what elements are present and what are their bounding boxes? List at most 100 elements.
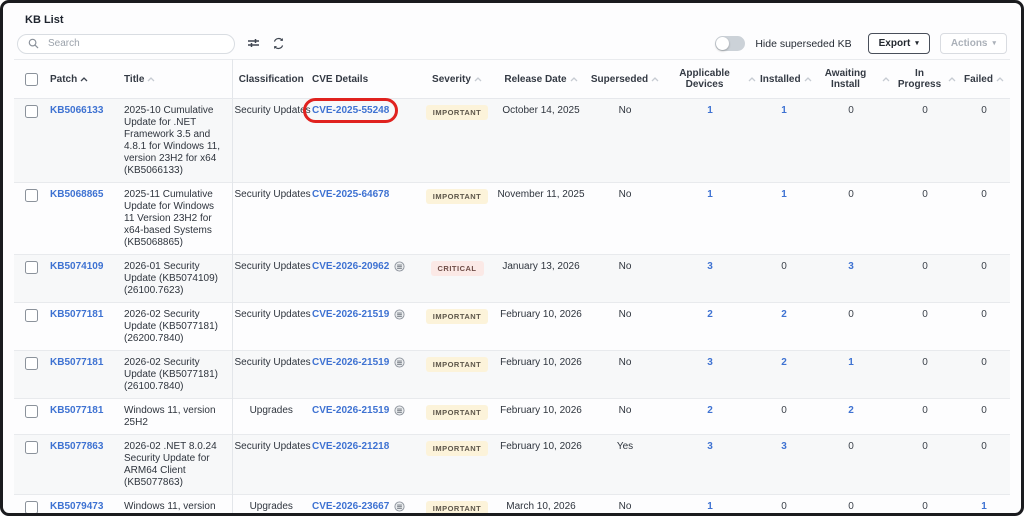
awaiting-install-count[interactable]: 2: [848, 405, 854, 416]
applicable-devices-count[interactable]: 3: [707, 357, 713, 368]
classification-text: Security Updates: [235, 105, 311, 116]
in-progress-count: 0: [922, 105, 928, 116]
more-cves-icon[interactable]: [394, 405, 405, 416]
row-checkbox[interactable]: [25, 357, 38, 370]
patch-link[interactable]: KB5074109: [50, 261, 103, 272]
classification-text: Security Updates: [235, 309, 311, 320]
patch-link[interactable]: KB5079473: [50, 501, 103, 512]
refresh-icon[interactable]: [272, 37, 285, 50]
column-header-title[interactable]: Title: [122, 60, 232, 99]
applicable-devices-count[interactable]: 1: [707, 189, 713, 200]
table-row: KB50771812026-02 Security Update (KB5077…: [14, 351, 1010, 399]
table-row: KB50778632026-02 .NET 8.0.24 Security Up…: [14, 435, 1010, 495]
cve-link[interactable]: CVE-2026-21218: [312, 441, 389, 452]
search-box[interactable]: [17, 34, 235, 54]
table-row: KB5079473Windows 11, version 25H2Upgrade…: [14, 495, 1010, 516]
column-header-installed[interactable]: Installed: [758, 60, 810, 99]
export-button[interactable]: Export▾: [868, 33, 930, 54]
sort-caret-icon: [651, 77, 659, 82]
table-row: KB50741092026-01 Security Update (KB5074…: [14, 255, 1010, 303]
failed-count: 0: [981, 441, 987, 452]
superseded-text: No: [619, 189, 632, 200]
cve-link[interactable]: CVE-2026-20962: [312, 261, 389, 272]
patch-link[interactable]: KB5068865: [50, 189, 103, 200]
row-checkbox[interactable]: [25, 309, 38, 322]
installed-count: 0: [781, 405, 787, 416]
cve-link[interactable]: CVE-2026-23667: [312, 501, 389, 512]
chevron-down-icon: ▾: [992, 40, 996, 47]
sort-caret-icon: [474, 77, 482, 82]
release-date-text: February 10, 2026: [500, 357, 582, 368]
actions-button[interactable]: Actions▾: [940, 33, 1007, 54]
cve-link[interactable]: CVE-2026-21519: [312, 357, 389, 368]
sort-caret-icon: [748, 77, 756, 82]
applicable-devices-count[interactable]: 3: [707, 261, 713, 272]
column-header-awaiting-install[interactable]: Awaiting Install: [810, 60, 892, 99]
select-all-checkbox[interactable]: [25, 73, 38, 86]
severity-badge: IMPORTANT: [426, 357, 489, 372]
patch-title: Windows 11, version 25H2: [124, 501, 230, 516]
applicable-devices-count[interactable]: 1: [707, 501, 713, 512]
more-cves-icon[interactable]: [394, 309, 405, 320]
sort-caret-icon: [882, 77, 890, 82]
failed-count[interactable]: 1: [981, 501, 987, 512]
hide-superseded-toggle[interactable]: [715, 36, 745, 51]
applicable-devices-count[interactable]: 2: [707, 405, 713, 416]
in-progress-count: 0: [922, 441, 928, 452]
severity-badge: IMPORTANT: [426, 441, 489, 456]
applicable-devices-count[interactable]: 2: [707, 309, 713, 320]
patch-link[interactable]: KB5077181: [50, 309, 103, 320]
installed-count[interactable]: 1: [781, 189, 787, 200]
installed-count[interactable]: 1: [781, 105, 787, 116]
patch-link[interactable]: KB5077181: [50, 357, 103, 368]
superseded-text: No: [619, 309, 632, 320]
patch-link[interactable]: KB5066133: [50, 105, 103, 116]
column-header-release-date[interactable]: Release Date: [494, 60, 588, 99]
awaiting-install-count[interactable]: 1: [848, 357, 854, 368]
patch-link[interactable]: KB5077863: [50, 441, 103, 452]
column-header-applicable-devices[interactable]: Applicable Devices: [662, 60, 758, 99]
cve-link[interactable]: CVE-2025-64678: [312, 189, 389, 200]
row-checkbox[interactable]: [25, 405, 38, 418]
applicable-devices-count[interactable]: 3: [707, 441, 713, 452]
row-checkbox[interactable]: [25, 501, 38, 514]
patch-link[interactable]: KB5077181: [50, 405, 103, 416]
release-date-text: February 10, 2026: [500, 405, 582, 416]
more-cves-icon[interactable]: [394, 357, 405, 368]
sort-caret-icon: [147, 77, 155, 82]
row-checkbox[interactable]: [25, 105, 38, 118]
patch-title: Windows 11, version 25H2: [124, 405, 230, 429]
column-header-in-progress[interactable]: In Progress: [892, 60, 958, 99]
release-date-text: February 10, 2026: [500, 441, 582, 452]
row-checkbox[interactable]: [25, 261, 38, 274]
cve-link[interactable]: CVE-2026-21519: [312, 309, 389, 320]
awaiting-install-count[interactable]: 3: [848, 261, 854, 272]
column-header-severity[interactable]: Severity: [420, 60, 494, 99]
column-header-patch[interactable]: Patch: [48, 60, 122, 99]
table-row: KB50688652025-11 Cumulative Update for W…: [14, 183, 1010, 255]
in-progress-count: 0: [922, 189, 928, 200]
column-header-failed[interactable]: Failed: [958, 60, 1010, 99]
search-input[interactable]: [46, 37, 224, 50]
cve-link[interactable]: CVE-2026-21519: [312, 405, 389, 416]
more-cves-icon[interactable]: [394, 261, 405, 272]
row-checkbox[interactable]: [25, 189, 38, 202]
release-date-text: November 11, 2025: [497, 189, 584, 200]
awaiting-install-count: 0: [848, 189, 854, 200]
installed-count[interactable]: 3: [781, 441, 787, 452]
toggle-knob: [716, 37, 729, 50]
table-row: KB50771812026-02 Security Update (KB5077…: [14, 303, 1010, 351]
installed-count[interactable]: 2: [781, 309, 787, 320]
severity-badge: IMPORTANT: [426, 309, 489, 324]
row-checkbox[interactable]: [25, 441, 38, 454]
cve-link[interactable]: CVE-2025-55248: [312, 105, 389, 116]
failed-count: 0: [981, 309, 987, 320]
superseded-text: No: [619, 261, 632, 272]
installed-count[interactable]: 2: [781, 357, 787, 368]
applicable-devices-count[interactable]: 1: [707, 105, 713, 116]
column-header-superseded[interactable]: Superseded: [588, 60, 662, 99]
more-cves-icon[interactable]: [394, 501, 405, 512]
in-progress-count: 0: [922, 309, 928, 320]
failed-count: 0: [981, 357, 987, 368]
filter-icon[interactable]: [247, 38, 260, 50]
